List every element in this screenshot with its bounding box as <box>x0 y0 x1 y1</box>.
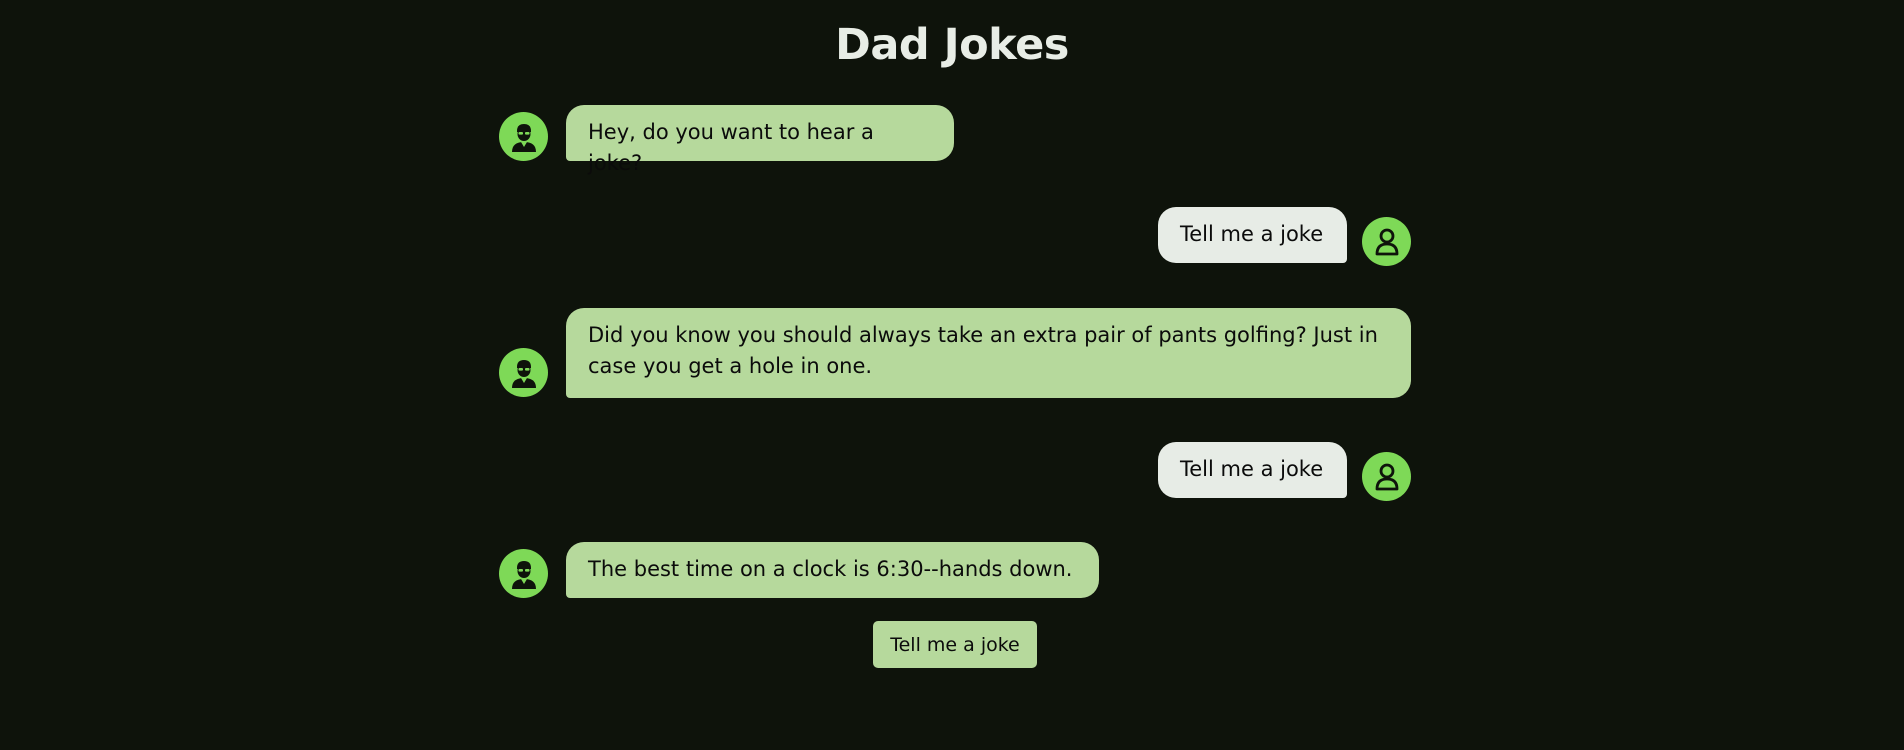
chat-message-bot: Hey, do you want to hear a joke? <box>499 105 1411 175</box>
chat-bubble: The best time on a clock is 6:30--hands … <box>566 542 1099 598</box>
dad-avatar <box>499 348 548 397</box>
chat-message-user: Tell me a joke <box>499 442 1411 501</box>
user-avatar <box>1362 452 1411 501</box>
chat-message-user: Tell me a joke <box>499 207 1411 266</box>
chat-message-bot: Did you know you should always take an e… <box>499 308 1411 398</box>
chat-message-bot: The best time on a clock is 6:30--hands … <box>499 542 1411 598</box>
page-title: Dad Jokes <box>835 20 1069 70</box>
user-avatar-icon <box>1375 463 1398 490</box>
chat-bubble: Did you know you should always take an e… <box>566 308 1411 398</box>
dad-avatar-icon <box>511 560 536 589</box>
dad-avatar-icon <box>511 359 536 388</box>
user-avatar <box>1362 217 1411 266</box>
chat-bubble: Tell me a joke <box>1158 442 1347 498</box>
dad-avatar-icon <box>511 123 536 152</box>
tell-joke-button[interactable]: Tell me a joke <box>873 621 1037 668</box>
dad-avatar <box>499 112 548 161</box>
chat-bubble: Tell me a joke <box>1158 207 1347 263</box>
chat-bubble: Hey, do you want to hear a joke? <box>566 105 954 175</box>
dad-avatar <box>499 549 548 598</box>
user-avatar-icon <box>1375 228 1398 255</box>
